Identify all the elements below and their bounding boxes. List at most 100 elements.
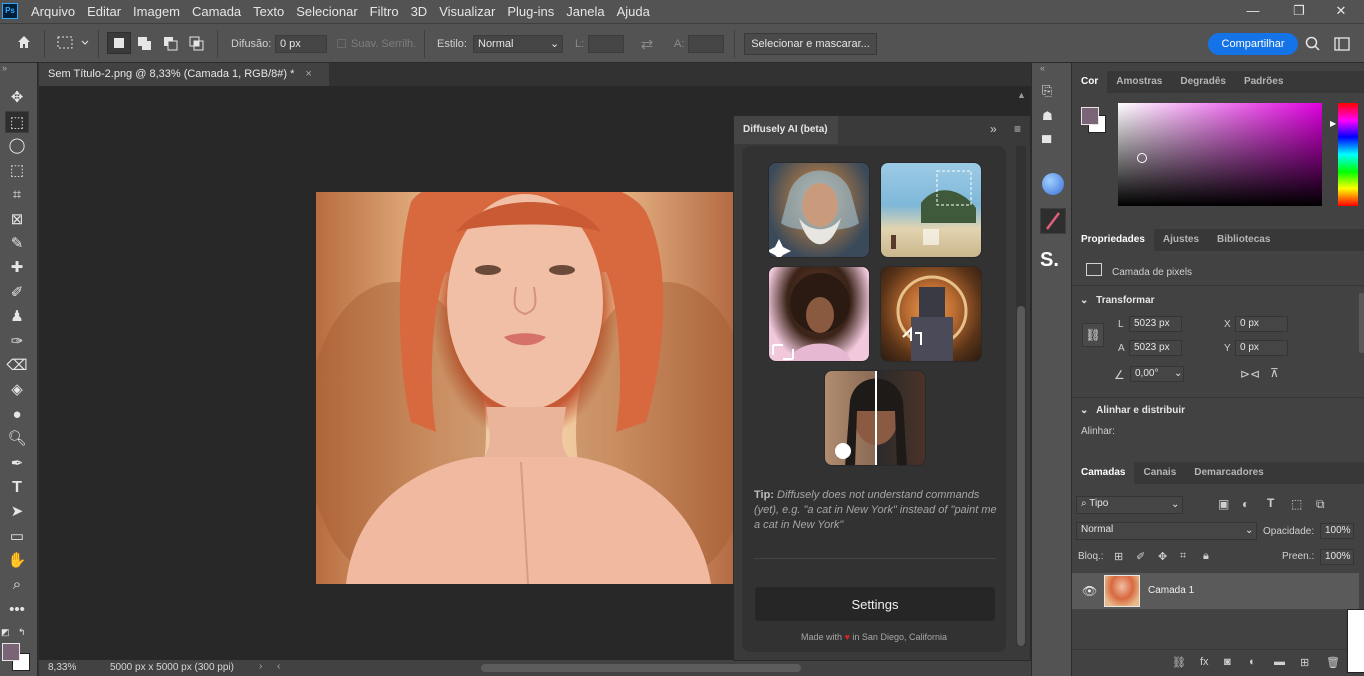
foreground-swatch[interactable] bbox=[1081, 107, 1099, 125]
brush-tool-icon[interactable]: ✐ bbox=[5, 282, 29, 304]
lock-artboard-icon[interactable]: ⌗ bbox=[1180, 550, 1186, 563]
frame-tool-icon[interactable]: ⊠ bbox=[5, 209, 29, 231]
foreground-color-swatch[interactable] bbox=[2, 643, 20, 661]
scroll-up-arrow[interactable]: ▲ bbox=[1017, 90, 1029, 102]
link-layers-icon[interactable]: ⛓ bbox=[1172, 656, 1186, 669]
hand-tool-icon[interactable]: ✋ bbox=[5, 550, 29, 572]
pen-tool-icon[interactable]: ✒ bbox=[5, 453, 29, 475]
menu-imagem[interactable]: Imagem bbox=[133, 4, 180, 19]
new-selection-icon[interactable] bbox=[107, 32, 131, 54]
minimize-button[interactable]: — bbox=[1230, 0, 1276, 23]
rectangle-tool-icon[interactable]: ▭ bbox=[5, 526, 29, 548]
dodge-tool-icon[interactable]: 🔍︎ bbox=[5, 428, 29, 450]
menu-3d[interactable]: 3D bbox=[411, 4, 428, 19]
link-proportions-icon[interactable]: ⛓ bbox=[1082, 323, 1104, 347]
intersect-selection-icon[interactable] bbox=[186, 33, 208, 53]
align-section[interactable]: ⌄ Alinhar e distribuir bbox=[1080, 405, 1185, 416]
horizontal-scrollbar[interactable] bbox=[481, 664, 801, 672]
tab-camadas[interactable]: Camadas bbox=[1072, 462, 1135, 484]
layer-name[interactable]: Camada 1 bbox=[1148, 585, 1194, 596]
share-button[interactable]: Compartilhar bbox=[1208, 33, 1298, 55]
lasso-tool-icon[interactable]: ◯ bbox=[5, 135, 29, 157]
menu-visualizar[interactable]: Visualizar bbox=[439, 4, 495, 19]
blend-mode-select[interactable]: Normal ⌄ bbox=[1076, 522, 1257, 540]
collapse-panel-icon[interactable]: » bbox=[990, 122, 997, 136]
filter-adjustment-icon[interactable]: ◐ bbox=[1242, 497, 1249, 511]
menu-editar[interactable]: Editar bbox=[87, 4, 121, 19]
default-colors-icon[interactable]: ◩ bbox=[1, 627, 13, 639]
history-icon[interactable]: ⎘ bbox=[1042, 83, 1064, 103]
add-mask-icon[interactable]: ◙ bbox=[1224, 656, 1231, 668]
healing-brush-tool-icon[interactable]: ✚ bbox=[5, 257, 29, 279]
tab-amostras[interactable]: Amostras bbox=[1107, 71, 1171, 93]
menu-arquivo[interactable]: Arquivo bbox=[31, 4, 75, 19]
tab-padroes[interactable]: Padrões bbox=[1235, 71, 1292, 93]
tab-bibliotecas[interactable]: Bibliotecas bbox=[1208, 229, 1279, 251]
delete-layer-icon[interactable]: 🗑︎ bbox=[1326, 656, 1340, 669]
panel-scrollbar-track[interactable] bbox=[1016, 146, 1026, 646]
fill-input[interactable]: 100% bbox=[1320, 549, 1354, 565]
difusao-input[interactable]: 0 px bbox=[275, 35, 327, 53]
libraries-icon[interactable]: ☗ bbox=[1042, 109, 1064, 129]
menu-ajuda[interactable]: Ajuda bbox=[617, 4, 650, 19]
menu-camada[interactable]: Camada bbox=[192, 4, 241, 19]
collapse-icon[interactable]: « bbox=[1040, 63, 1045, 73]
flip-horizontal-icon[interactable]: ⊳⊲ bbox=[1240, 367, 1260, 381]
anti-alias-checkbox[interactable] bbox=[337, 39, 346, 48]
filter-type-icon[interactable]: T bbox=[1267, 496, 1274, 510]
lock-all-icon[interactable]: 🔒︎ bbox=[1203, 550, 1209, 563]
panel-menu-icon[interactable]: ≡ bbox=[1014, 122, 1021, 136]
filter-shape-icon[interactable]: ⬚ bbox=[1291, 497, 1302, 511]
panel-scrollbar-thumb[interactable] bbox=[1017, 306, 1025, 646]
angle-input[interactable]: 0,00° ⌄ bbox=[1130, 366, 1184, 382]
menu-filtro[interactable]: Filtro bbox=[370, 4, 399, 19]
swap-icon[interactable]: ⇄ bbox=[636, 35, 658, 53]
collapse-icon[interactable]: » bbox=[0, 63, 38, 73]
menu-plugins[interactable]: Plug-ins bbox=[507, 4, 554, 19]
blur-tool-icon[interactable]: ● bbox=[5, 404, 29, 426]
lock-transparency-icon[interactable]: ⊞ bbox=[1114, 550, 1123, 563]
history-brush-tool-icon[interactable]: ✑ bbox=[5, 331, 29, 353]
swap-colors-icon[interactable]: ↰ bbox=[18, 627, 30, 639]
s-plugin-icon[interactable]: S. bbox=[1040, 249, 1066, 275]
select-and-mask-button[interactable]: Selecionar e mascarar... bbox=[744, 33, 877, 55]
home-icon[interactable] bbox=[12, 34, 36, 54]
comments-icon[interactable]: ▀ bbox=[1042, 135, 1064, 155]
lock-pixels-icon[interactable]: ✐ bbox=[1136, 550, 1145, 563]
tab-canais[interactable]: Canais bbox=[1134, 462, 1185, 484]
new-layer-icon[interactable]: ⊞ bbox=[1300, 656, 1309, 669]
object-select-tool-icon[interactable]: ⬚ bbox=[5, 160, 29, 182]
adjustment-layer-icon[interactable]: ◐ bbox=[1249, 656, 1256, 668]
menu-janela[interactable]: Janela bbox=[566, 4, 604, 19]
tab-propriedades[interactable]: Propriedades bbox=[1072, 229, 1154, 251]
zoom-level[interactable]: 8,33% bbox=[48, 662, 76, 673]
generate-thumbnail[interactable] bbox=[768, 162, 870, 258]
filter-pixel-icon[interactable]: ▣ bbox=[1218, 497, 1229, 511]
hue-slider-marker[interactable]: ▶ bbox=[1330, 119, 1336, 128]
paint-bucket-tool-icon[interactable]: ◈ bbox=[5, 379, 29, 401]
marquee-preset-icon[interactable] bbox=[56, 35, 92, 51]
height-input[interactable]: 5023 px bbox=[1129, 340, 1182, 356]
diffusely-tab[interactable]: Diffusely AI (beta) bbox=[734, 116, 838, 144]
layer-row[interactable]: 👁︎ Camada 1 bbox=[1072, 573, 1359, 609]
stamp-tool-icon[interactable]: ♟ bbox=[5, 306, 29, 328]
portrait-image[interactable] bbox=[316, 192, 734, 584]
estilo-select[interactable]: Normal ⌄ bbox=[473, 35, 563, 53]
width-input[interactable]: 5023 px bbox=[1129, 316, 1182, 332]
restore-thumbnail[interactable] bbox=[824, 370, 926, 466]
maximize-button[interactable]: ❐ bbox=[1276, 0, 1322, 23]
new-group-icon[interactable]: ▬ bbox=[1274, 656, 1285, 668]
color-picker-marker[interactable] bbox=[1137, 153, 1147, 163]
filter-smart-object-icon[interactable]: ⧉ bbox=[1316, 497, 1325, 512]
workspace-icon[interactable] bbox=[1333, 35, 1351, 53]
inpaint-thumbnail[interactable] bbox=[880, 162, 982, 258]
tab-cor[interactable]: Cor bbox=[1072, 71, 1108, 93]
lock-position-icon[interactable]: ✥ bbox=[1158, 550, 1167, 563]
menu-texto[interactable]: Texto bbox=[253, 4, 284, 19]
tab-demarcadores[interactable]: Demarcadores bbox=[1185, 462, 1272, 484]
visibility-eye-icon[interactable]: 👁︎ bbox=[1082, 584, 1097, 598]
diffusely-icon[interactable] bbox=[1040, 208, 1066, 234]
layer-style-icon[interactable]: fx bbox=[1200, 656, 1209, 668]
upscale-thumbnail[interactable] bbox=[768, 266, 870, 362]
scroll-left-arrow[interactable]: ‹ bbox=[277, 661, 280, 672]
